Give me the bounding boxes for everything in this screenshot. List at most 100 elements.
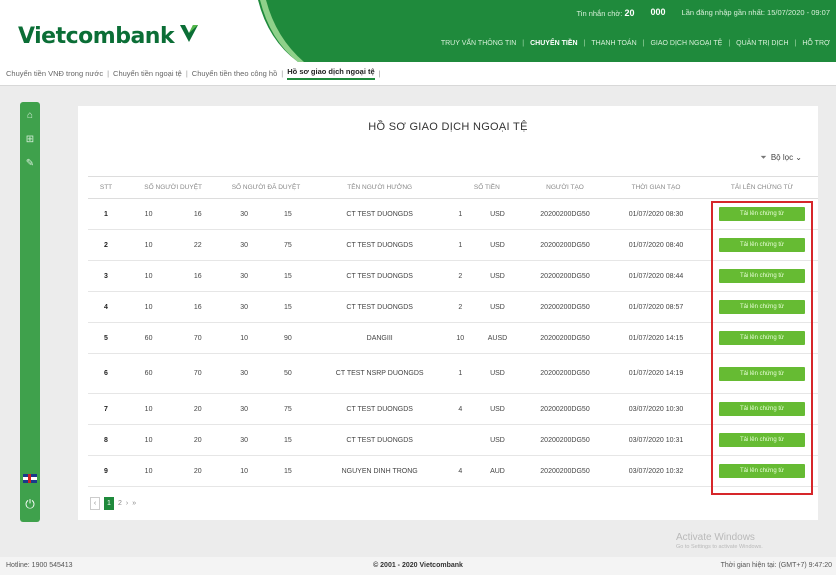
uk-flag-icon[interactable] [23, 474, 37, 483]
cell-amount-number: 1 [449, 198, 471, 230]
col-beneficiary: TÊN NGƯỜI HƯỞNG [309, 176, 450, 199]
pager-last[interactable]: » [132, 500, 136, 507]
table-row: 7 10 20 30 75 CT TEST DUONGDS 4 USD 20200200DG50… [88, 393, 818, 425]
subnav-item-batch-transfer[interactable]: Chuyển tiền theo công hồ [192, 69, 277, 78]
home-icon[interactable]: ⌂ [24, 110, 36, 122]
messages-count[interactable]: 20 [624, 8, 634, 18]
subnav-item-fx-transfer[interactable]: Chuyển tiền ngoại tệ [113, 69, 182, 78]
cell-amount-number: 1 [449, 353, 471, 394]
cell-approvers-a: 10 [124, 291, 174, 323]
cell-amount-number: 1 [449, 229, 471, 261]
cell-stt: 4 [88, 291, 124, 323]
col-amount: SỐ TIỀN [449, 176, 524, 199]
cell-amount-number: 4 [449, 455, 471, 487]
nav-item-admin[interactable]: QUẢN TRỊ DỊCH [736, 40, 788, 47]
cell-creator: 20200200DG50 [524, 291, 606, 323]
cell-approvers-b: 20 [173, 455, 223, 487]
cell-amount-number: 10 [449, 322, 471, 354]
cell-beneficiary: CT TEST DUONGDS [309, 393, 450, 425]
power-icon[interactable]: ⏻ [23, 497, 37, 511]
cell-beneficiary: NGUYEN DINH TRONG [309, 455, 450, 487]
cell-creator: 20200200DG50 [524, 260, 606, 292]
cell-approvers-b: 22 [173, 229, 223, 261]
table-row: 6 60 70 30 50 CT TEST NSRP DUONGDS 1 USD 2020020… [88, 353, 818, 394]
cell-creator: 20200200DG50 [524, 455, 606, 487]
nav-item-transfer[interactable]: CHUYỂN TIỀN [530, 40, 577, 47]
cell-approvers-a: 10 [124, 393, 174, 425]
cell-amount-currency: USD [470, 198, 524, 230]
cell-created-time: 01/07/2020 08:40 [606, 229, 706, 261]
cell-approvers-b: 20 [173, 393, 223, 425]
cell-approved-c: 30 [222, 393, 266, 425]
cell-amount-number: 4 [449, 393, 471, 425]
cell-approvers-b: 16 [173, 198, 223, 230]
bank-icon[interactable]: ⊞ [24, 134, 36, 146]
cell-stt: 7 [88, 393, 124, 425]
subnav-item-fx-records[interactable]: Hồ sơ giao dịch ngoại tệ [287, 67, 375, 80]
cell-approvers-b: 20 [173, 424, 223, 456]
copyright-text: © 2001 - 2020 Vietcombank [373, 562, 463, 569]
app-header: Vietcombank Tin nhắn chờ: 20 000 Lần đăn… [0, 0, 836, 62]
cell-approved-c: 30 [222, 260, 266, 292]
table-row: 4 10 16 30 15 CT TEST DUONGDS 2 USD 20200200DG50… [88, 291, 818, 323]
cell-approved-d: 75 [266, 229, 310, 261]
table-row: 3 10 16 30 15 CT TEST DUONGDS 2 USD 20200200DG50… [88, 260, 818, 292]
subnav-item-domestic-vnd[interactable]: Chuyển tiền VNĐ trong nước [6, 69, 103, 78]
filter-icon: ⏷ [760, 153, 767, 162]
cell-approved-d: 50 [266, 353, 310, 394]
cell-amount-number: 2 [449, 291, 471, 323]
nav-item-fx-transactions[interactable]: GIAO DỊCH NGOẠI TỆ [650, 40, 722, 47]
page-title: HỒ SƠ GIAO DỊCH NGOẠI TỆ [368, 121, 528, 133]
last-login-text: Lần đăng nhập gần nhất: 15/07/2020 - 09:… [681, 8, 830, 17]
left-sidebar: ⌂ ⊞ ✎ ⏻ [20, 102, 40, 522]
col-approvers: SỐ NGƯỜI DUYỆT [124, 176, 223, 199]
cell-approved-d: 15 [266, 260, 310, 292]
cell-approvers-a: 10 [124, 198, 174, 230]
col-stt: STT [88, 176, 124, 199]
cell-beneficiary: DANGIII [309, 322, 450, 354]
pagination: ‹ 1 2 › » [90, 497, 136, 510]
col-created-time: THỜI GIAN TẠO [606, 176, 706, 199]
filter-label: Bộ lọc [770, 153, 794, 162]
cell-approvers-b: 16 [173, 260, 223, 292]
cell-created-time: 03/07/2020 10:31 [606, 424, 706, 456]
pager-next[interactable]: › [126, 500, 128, 507]
table-row: 1 10 16 30 15 CT TEST DUONGDS 1 USD 20200200DG50… [88, 198, 818, 230]
cell-stt: 1 [88, 198, 124, 230]
nav-item-inquiry[interactable]: TRUY VẤN THÔNG TIN [441, 40, 516, 47]
cell-approved-d: 15 [266, 424, 310, 456]
cell-amount-currency: USD [470, 291, 524, 323]
vietcombank-logo[interactable]: Vietcombank [18, 16, 200, 56]
messages-count-secondary[interactable]: 000 [651, 7, 666, 18]
cell-approved-c: 30 [222, 229, 266, 261]
cell-approved-d: 15 [266, 291, 310, 323]
header-swoosh-decoration [258, 0, 304, 62]
filter-button[interactable]: ⏷ Bộ lọc ⌄ [760, 153, 802, 163]
pen-icon[interactable]: ✎ [24, 158, 36, 170]
highlight-box [711, 201, 813, 495]
watermark-subtitle: Go to Settings to activate Windows. [676, 544, 763, 550]
pager-page-1[interactable]: 1 [104, 497, 114, 510]
cell-created-time: 01/07/2020 14:19 [606, 353, 706, 394]
cell-stt: 9 [88, 455, 124, 487]
chevron-down-icon: ⌄ [795, 153, 802, 162]
cell-approvers-b: 16 [173, 291, 223, 323]
nav-item-payment[interactable]: THANH TOÁN [591, 40, 636, 47]
cell-approvers-a: 10 [124, 260, 174, 292]
cell-created-time: 03/07/2020 10:32 [606, 455, 706, 487]
nav-item-support[interactable]: HỖ TRỢ [802, 40, 830, 47]
col-creator: NGƯỜI TẠO [524, 176, 606, 199]
cell-amount-number [449, 424, 471, 456]
pager-page-2[interactable]: 2 [118, 500, 122, 507]
pager-prev[interactable]: ‹ [90, 497, 100, 510]
cell-beneficiary: CT TEST NSRP DUONGDS [309, 353, 450, 394]
cell-approved-d: 90 [266, 322, 310, 354]
fx-records-table: STT SỐ NGƯỜI DUYỆT SỐ NGƯỜI ĐÃ DUYỆT TÊN… [88, 176, 818, 487]
cell-beneficiary: CT TEST DUONGDS [309, 260, 450, 292]
cell-approvers-a: 10 [124, 455, 174, 487]
cell-creator: 20200200DG50 [524, 353, 606, 394]
cell-approved-d: 75 [266, 393, 310, 425]
cell-approved-d: 15 [266, 198, 310, 230]
cell-amount-number: 2 [449, 260, 471, 292]
cell-approved-c: 30 [222, 424, 266, 456]
